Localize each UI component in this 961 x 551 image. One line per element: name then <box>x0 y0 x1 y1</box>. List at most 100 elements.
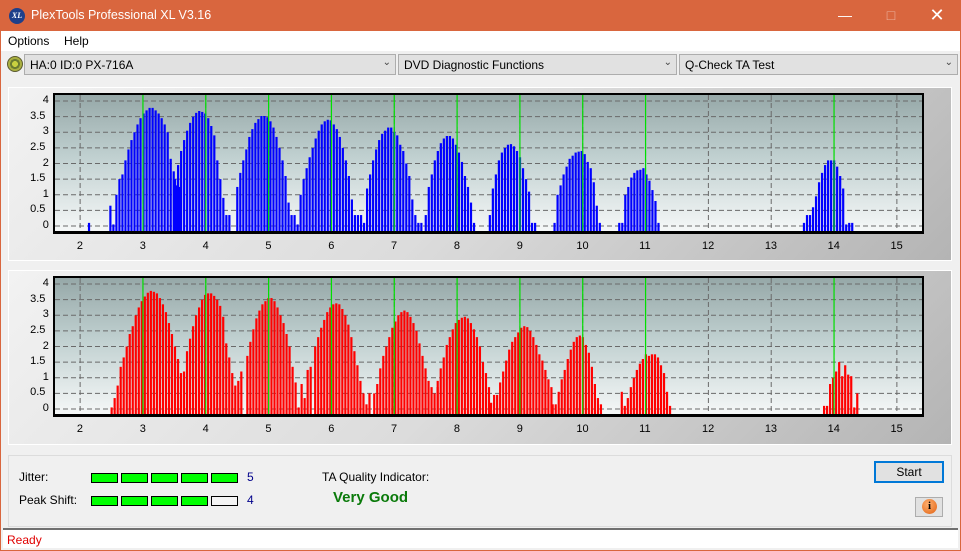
peak-shift-segment <box>121 496 148 506</box>
histogram-bar <box>309 366 312 415</box>
histogram-bar <box>494 174 497 232</box>
menu-options[interactable]: Options <box>8 34 49 48</box>
histogram-bar <box>457 152 461 232</box>
peak-shift-segment <box>181 496 208 506</box>
start-button[interactable]: Start <box>874 461 944 483</box>
histogram-bar <box>624 194 627 232</box>
histogram-bar <box>439 143 442 232</box>
menu-help[interactable]: Help <box>64 34 89 48</box>
y-tick-label: 1 <box>42 370 49 383</box>
histogram-bar <box>121 174 124 232</box>
histogram-bar <box>323 121 326 232</box>
minimize-button[interactable]: — <box>822 0 868 31</box>
histogram-bar <box>273 301 276 415</box>
histogram-bar <box>829 384 832 415</box>
histogram-bar <box>155 293 158 415</box>
histogram-bar <box>472 329 475 415</box>
x-tick-label: 5 <box>265 240 272 252</box>
histogram-bar <box>668 405 672 415</box>
histogram-bar <box>651 190 654 232</box>
test-select[interactable]: Q-Check TA Test ⌄ <box>679 54 958 75</box>
close-button[interactable]: ✕ <box>914 0 960 31</box>
histogram-bar <box>278 147 281 232</box>
plot-area <box>53 93 924 234</box>
histogram-bar <box>851 222 854 232</box>
y-tick-label: 3.5 <box>30 109 46 122</box>
histogram-bar <box>478 346 482 415</box>
histogram-bar <box>213 295 216 415</box>
histogram-bar <box>497 160 501 232</box>
histogram-bar <box>210 293 213 415</box>
y-tick-label: 0 <box>42 219 49 231</box>
histogram-bar <box>130 140 133 232</box>
histogram-bar <box>475 337 479 415</box>
histogram-bar <box>620 391 623 415</box>
maximize-button[interactable]: □ <box>868 0 914 31</box>
histogram-bar <box>131 326 134 415</box>
x-tick-label: 15 <box>890 423 903 435</box>
histogram-bar <box>502 371 505 415</box>
histogram-bar <box>563 369 566 415</box>
histogram-bar <box>185 351 189 415</box>
histogram-bar <box>490 402 493 415</box>
histogram-bar <box>272 127 275 232</box>
histogram-bar <box>384 130 387 232</box>
histogram-bar <box>305 168 308 232</box>
toolbar: HA:0 ID:0 PX-716A ⌄ DVD Diagnostic Funct… <box>1 51 960 77</box>
chevron-down-icon: ⌄ <box>663 57 672 68</box>
histogram-bar <box>524 179 528 232</box>
histogram-bar <box>630 177 633 232</box>
chart-svg <box>55 95 922 233</box>
histogram-bar <box>306 369 309 415</box>
function-select[interactable]: DVD Diagnostic Functions ⌄ <box>398 54 677 75</box>
histogram-bar <box>137 307 140 415</box>
histogram-bar <box>350 199 353 232</box>
info-button[interactable]: i <box>915 497 943 517</box>
histogram-bar <box>568 158 571 232</box>
histogram-bar <box>654 201 657 232</box>
drive-select[interactable]: HA:0 ID:0 PX-716A ⌄ <box>24 54 396 75</box>
histogram-bar <box>231 373 234 415</box>
histogram-bar <box>124 160 127 232</box>
histogram-bar <box>338 304 341 415</box>
histogram-bar <box>225 343 228 415</box>
histogram-bar <box>391 327 394 415</box>
y-tick-label: 4 <box>42 277 49 289</box>
histogram-bar <box>508 349 511 415</box>
y-tick-label: 0.5 <box>30 386 46 399</box>
x-tick-label: 8 <box>453 423 460 435</box>
histogram-bar <box>326 119 329 232</box>
peak-shift-segment <box>91 496 118 506</box>
jitter-segment <box>121 473 148 483</box>
histogram-bar <box>356 365 359 415</box>
histogram-bar <box>222 316 225 415</box>
window-title: PlexTools Professional XL V3.16 <box>31 8 212 22</box>
histogram-bar <box>405 163 408 232</box>
histogram-bar <box>365 404 368 415</box>
histogram-bar <box>553 222 556 232</box>
y-tick-label: 3.5 <box>30 292 46 305</box>
histogram-bar <box>372 160 375 232</box>
disc-drive-icon <box>7 56 23 72</box>
histogram-bar <box>293 215 296 232</box>
x-tick-label: 13 <box>764 423 778 435</box>
histogram-bar <box>592 182 595 232</box>
histogram-bar <box>466 318 469 415</box>
histogram-bar <box>557 391 560 415</box>
menu-bar: Options Help <box>1 31 960 51</box>
histogram-bar <box>249 341 252 415</box>
histogram-bar <box>390 127 393 232</box>
y-tick-label: 2 <box>42 156 49 169</box>
histogram-bar <box>332 124 335 232</box>
histogram-bar <box>442 138 445 232</box>
histogram-bar <box>817 182 821 232</box>
x-tick-label: 4 <box>202 240 209 252</box>
histogram-bar <box>189 122 192 232</box>
histogram-bar <box>287 202 290 232</box>
histogram-bar <box>399 144 402 232</box>
y-tick-label: 2.5 <box>30 140 46 153</box>
x-tick-label: 11 <box>639 423 651 435</box>
histogram-bar <box>323 319 326 415</box>
histogram-bar <box>448 136 451 232</box>
histogram-bar <box>373 393 376 415</box>
